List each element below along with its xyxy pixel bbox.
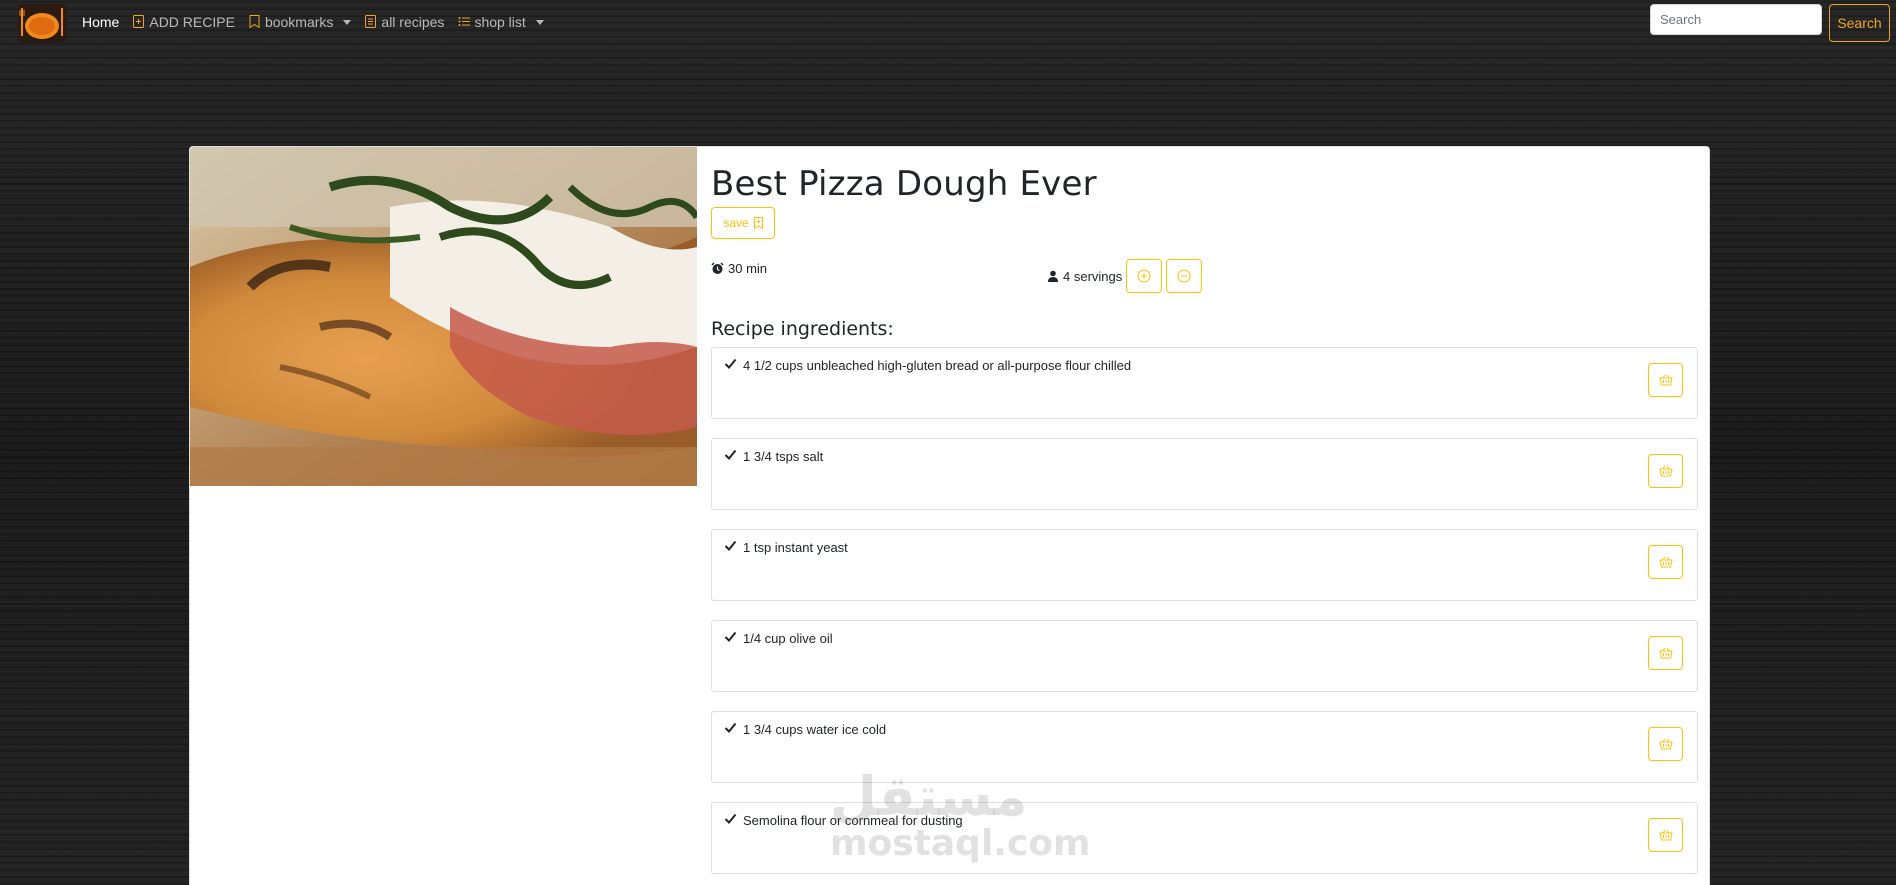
recipe-card: Best Pizza Dough Ever save 30 min 4 serv… bbox=[189, 146, 1710, 885]
list-item: 1 3/4 cups water ice cold bbox=[711, 711, 1698, 783]
food-lover-logo[interactable] bbox=[18, 4, 66, 42]
add-to-basket-button[interactable] bbox=[1648, 363, 1683, 397]
nav-add-recipe-label: ADD RECIPE bbox=[149, 14, 235, 30]
add-to-basket-button[interactable] bbox=[1648, 636, 1683, 670]
ingredient-text: 1 3/4 tsps salt bbox=[743, 449, 824, 464]
add-to-basket-button[interactable] bbox=[1648, 545, 1683, 579]
add-to-basket-button[interactable] bbox=[1648, 454, 1683, 488]
basket-icon bbox=[1658, 829, 1673, 841]
basket-icon bbox=[1658, 738, 1673, 750]
basket-icon bbox=[1658, 374, 1673, 386]
journal-icon bbox=[365, 15, 377, 29]
increase-servings-button[interactable] bbox=[1126, 259, 1163, 293]
add-to-basket-button[interactable] bbox=[1648, 727, 1683, 761]
search-button[interactable]: Search bbox=[1829, 4, 1890, 42]
nav-shop-list-label: shop list bbox=[474, 14, 526, 30]
nav-all-recipes-label: all recipes bbox=[381, 14, 445, 30]
logo-graphic bbox=[18, 4, 66, 42]
chevron-down-icon bbox=[343, 19, 352, 25]
nav-bookmarks[interactable]: bookmarks bbox=[249, 14, 352, 30]
servings-control: 4 servings bbox=[1047, 259, 1203, 293]
check-icon bbox=[724, 722, 737, 733]
bookmark-plus-icon bbox=[753, 217, 763, 229]
list-icon bbox=[458, 15, 471, 29]
list-item: 1 tsp instant yeast bbox=[711, 529, 1698, 601]
nav-all-recipes[interactable]: all recipes bbox=[365, 14, 444, 30]
ingredient-text: 1/4 cup olive oil bbox=[743, 631, 833, 646]
alarm-clock-icon bbox=[711, 262, 724, 274]
decrease-servings-button[interactable] bbox=[1166, 259, 1203, 293]
recipe-title: Best Pizza Dough Ever bbox=[711, 164, 1097, 204]
check-icon bbox=[724, 358, 737, 369]
ingredient-text: 1 3/4 cups water ice cold bbox=[743, 722, 887, 737]
list-item: Semolina flour or cornmeal for dusting bbox=[711, 802, 1698, 874]
check-icon bbox=[724, 813, 737, 824]
ingredient-text: 4 1/2 cups unbleached high-gluten bread … bbox=[743, 358, 1132, 373]
list-item: 1/4 cup olive oil bbox=[711, 620, 1698, 692]
save-button[interactable]: save bbox=[711, 207, 775, 239]
servings-value: 4 servings bbox=[1063, 268, 1123, 284]
recipe-image bbox=[190, 147, 697, 486]
cook-time-value: 30 min bbox=[728, 261, 768, 276]
add-to-basket-button[interactable] bbox=[1648, 818, 1683, 852]
nav-add-recipe[interactable]: ADD RECIPE bbox=[133, 14, 235, 30]
ingredient-text: Semolina flour or cornmeal for dusting bbox=[743, 813, 963, 828]
nav-home[interactable]: Home bbox=[82, 14, 119, 30]
save-label: save bbox=[723, 216, 749, 230]
cook-time: 30 min bbox=[711, 261, 767, 276]
list-item: 4 1/2 cups unbleached high-gluten bread … bbox=[711, 347, 1698, 419]
basket-icon bbox=[1658, 556, 1673, 568]
basket-icon bbox=[1658, 647, 1673, 659]
minus-circle-icon bbox=[1177, 269, 1191, 283]
chevron-down-icon bbox=[535, 19, 544, 25]
person-icon bbox=[1048, 270, 1058, 282]
ingredient-text: 1 tsp instant yeast bbox=[743, 540, 848, 555]
plus-circle-icon bbox=[1137, 269, 1151, 283]
basket-icon bbox=[1658, 465, 1673, 477]
bookmark-icon bbox=[249, 15, 261, 29]
list-item: 1 3/4 tsps salt bbox=[711, 438, 1698, 510]
ingredients-list: 4 1/2 cups unbleached high-gluten bread … bbox=[711, 347, 1698, 885]
ingredients-heading: Recipe ingredients: bbox=[711, 318, 894, 340]
check-icon bbox=[724, 540, 737, 551]
check-icon bbox=[724, 631, 737, 642]
nav-bookmarks-label: bookmarks bbox=[264, 14, 334, 30]
check-icon bbox=[724, 449, 737, 460]
nav-shop-list[interactable]: shop list bbox=[458, 14, 544, 30]
navbar: Home ADD RECIPE bookmarks all recipes sh… bbox=[0, 0, 1896, 46]
document-plus-icon bbox=[133, 15, 145, 29]
search-input[interactable] bbox=[1650, 4, 1822, 35]
